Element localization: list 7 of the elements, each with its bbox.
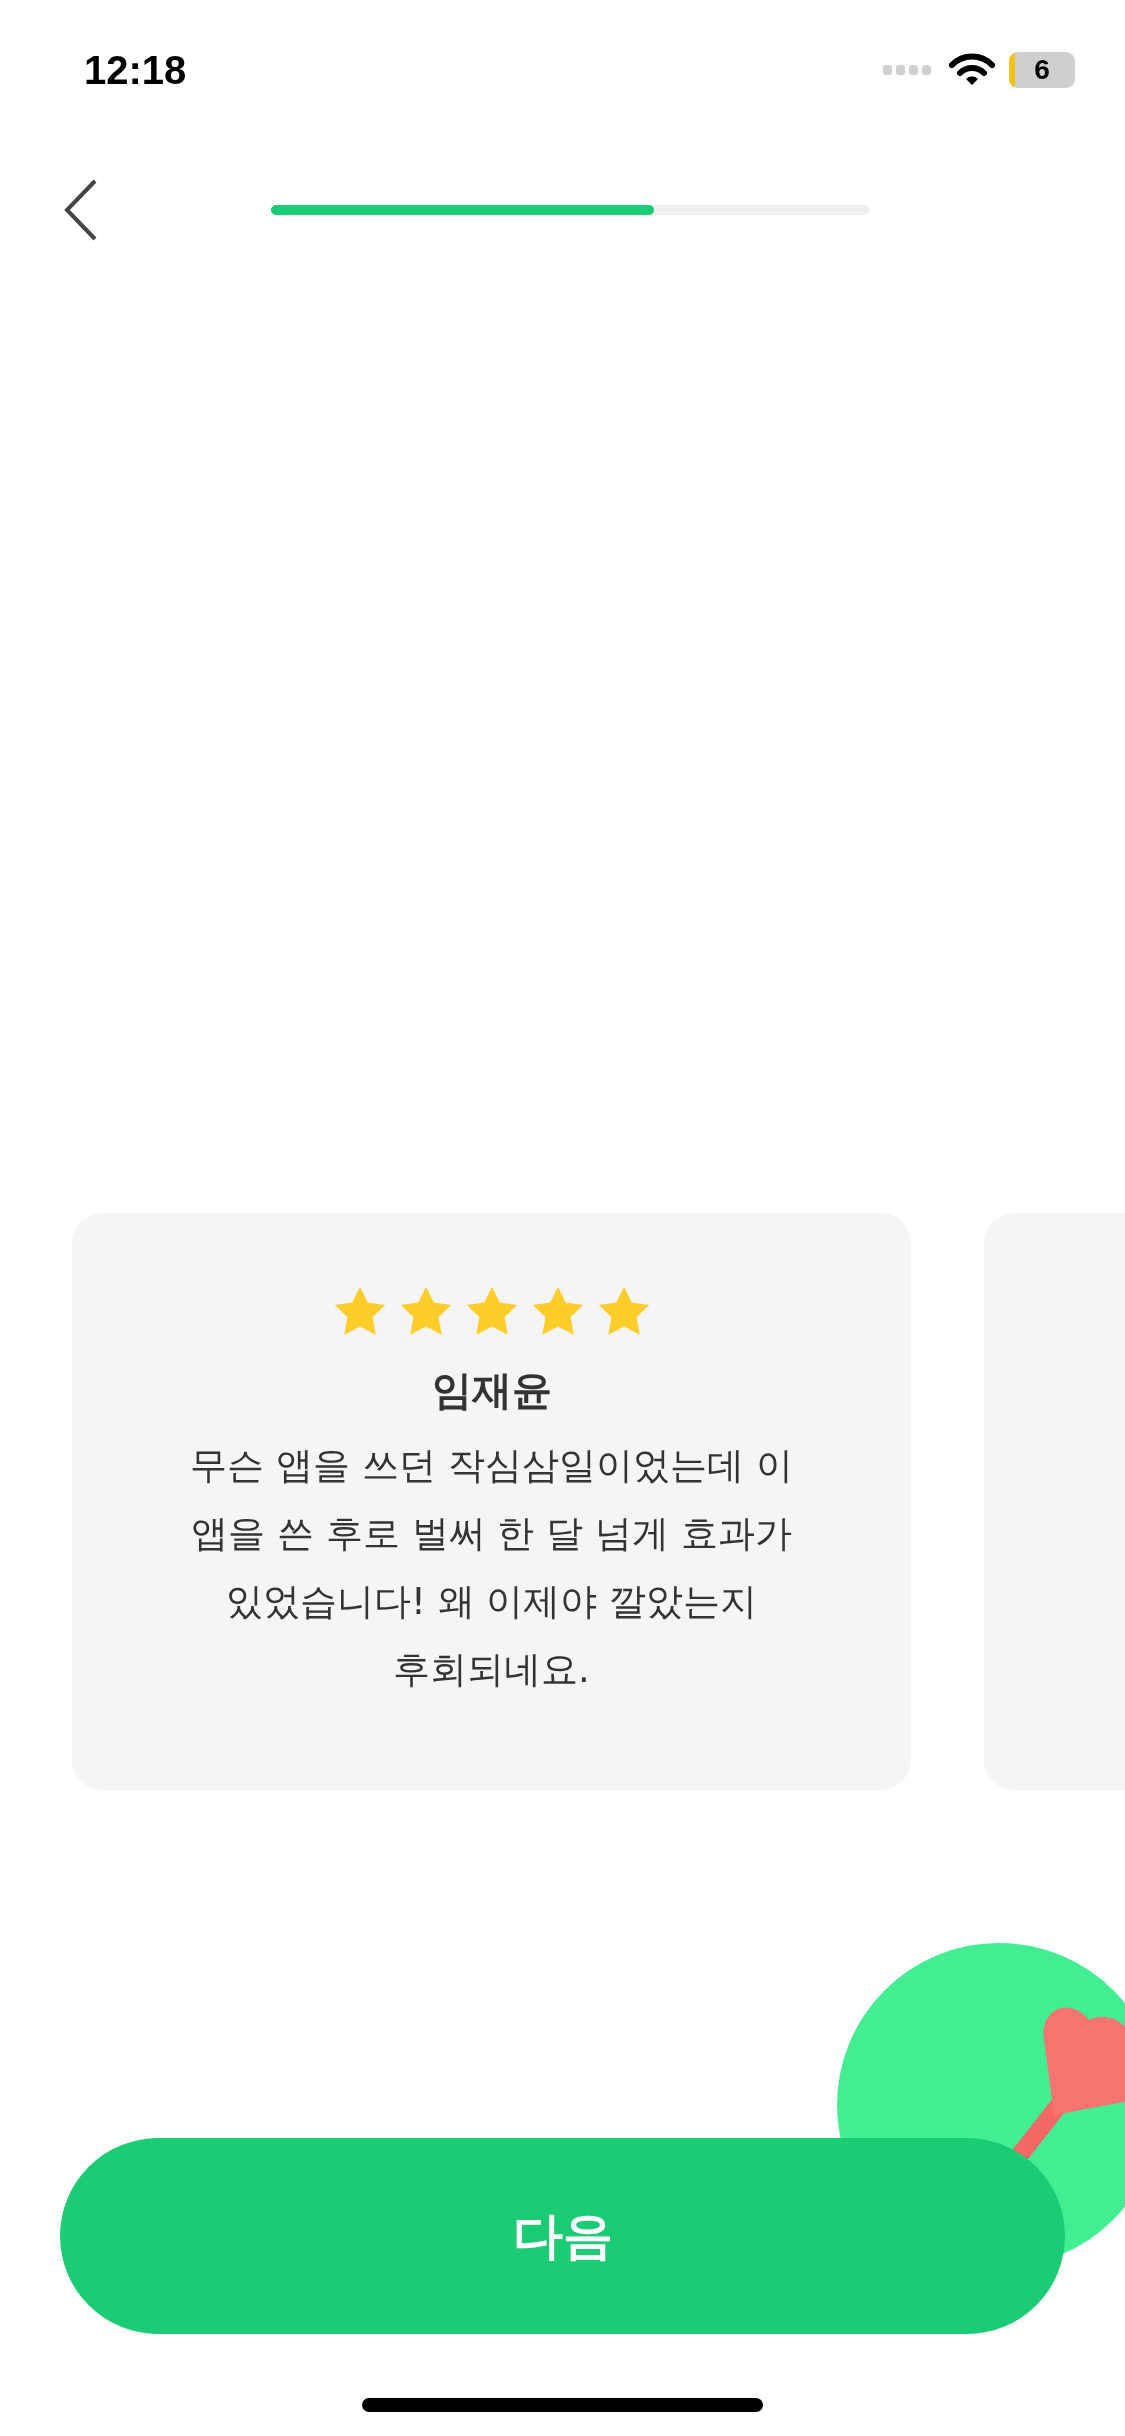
next-button[interactable]: 다음 (60, 2138, 1065, 2334)
review-text: 무슨 앱을 쓰던 작심삼일이었는데 이 앱을 쓴 후로 벌써 한 달 넘게 효과가 있었습니다! 왜 이제야 깔았는지 후회되네요. (190, 1443, 793, 1693)
back-icon[interactable] (63, 178, 99, 242)
battery-icon: 6 (1009, 52, 1075, 88)
wifi-icon (949, 53, 995, 87)
reviewer-name: 임재윤 (431, 1366, 552, 1415)
status-time: 12:18 (84, 47, 187, 93)
